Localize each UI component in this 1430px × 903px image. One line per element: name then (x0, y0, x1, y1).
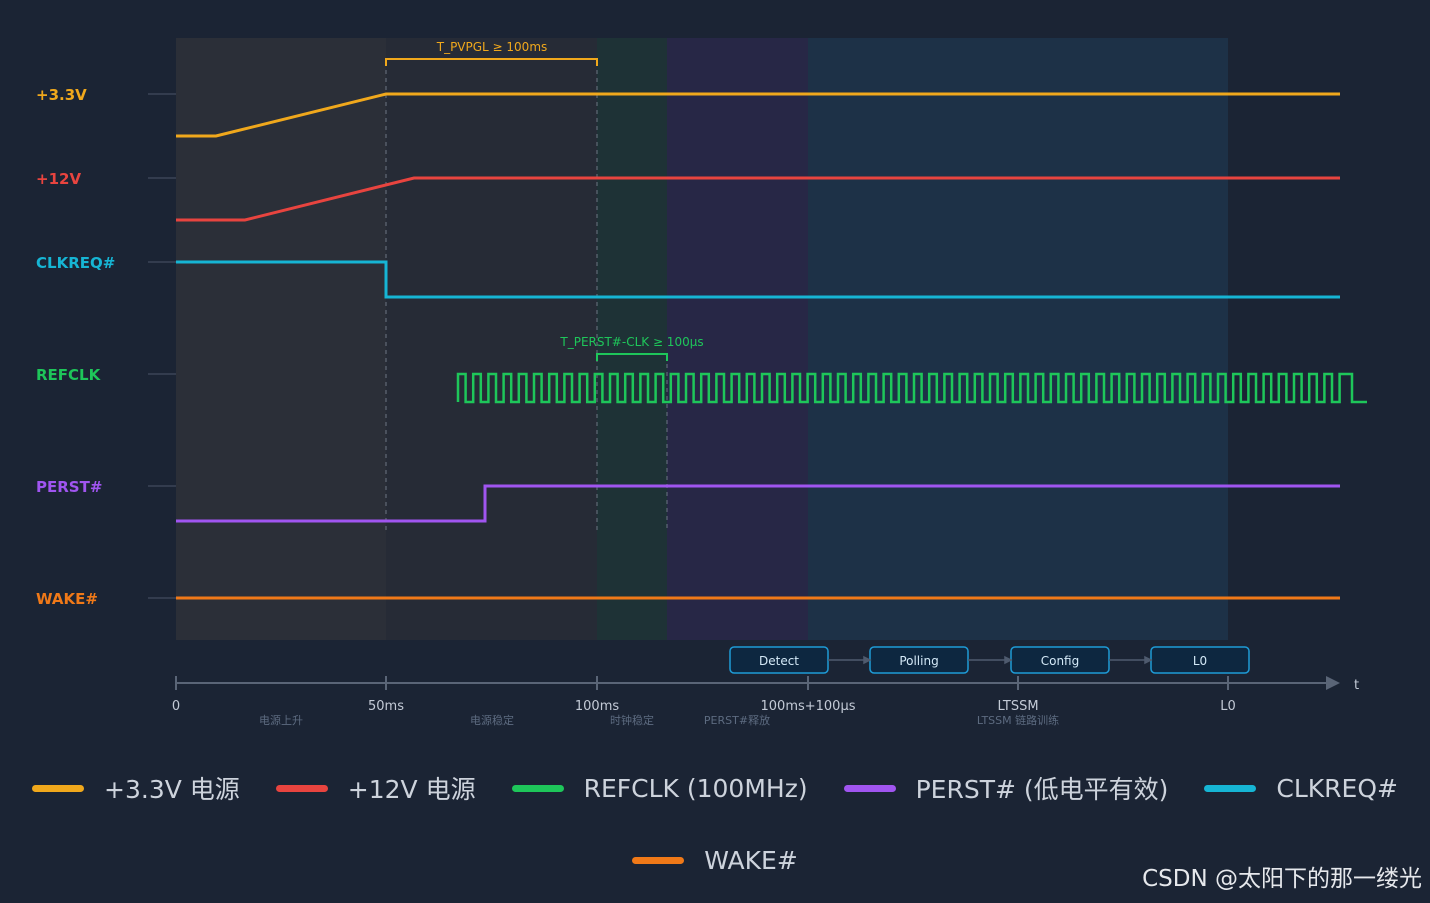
phase-region-power-ramp (176, 38, 386, 640)
signal-tick-stubs (148, 93, 176, 599)
timing-diagram: +3.3V +12V CLKREQ# REFCLK PERST# WAKE# T… (0, 0, 1430, 903)
phase-label-power-stable: 电源稳定 (470, 713, 514, 727)
phase-label-clock-stable: 时钟稳定 (610, 713, 654, 727)
state-arrowhead-1 (863, 655, 872, 665)
tick-label-0: 0 (172, 699, 180, 714)
legend-item: +3.3V 电源 (32, 770, 240, 806)
annotation-pvpgl: T_PVPGL ≥ 100ms (436, 40, 548, 54)
ltssm-state-config-label: Config (1041, 654, 1080, 668)
tick-label-l0: L0 (1220, 699, 1236, 714)
legend-label: +12V 电源 (347, 775, 476, 804)
time-axis-arrowhead (1326, 676, 1340, 690)
tick-label-100ms: 100ms (575, 699, 619, 714)
legend-label: CLKREQ# (1276, 773, 1398, 803)
ltssm-state-flow: Detect Polling Config L0 (729, 646, 1250, 674)
state-arrowhead-3 (1144, 655, 1153, 665)
ltssm-state-l0-label: L0 (1193, 654, 1207, 668)
tick-label-100ms-100us: 100ms+100μs (761, 699, 856, 714)
legend-item: +12V 电源 (275, 770, 476, 806)
legend-label: REFCLK (100MHz) (583, 773, 808, 803)
timing-diagram-canvas: +3.3V +12V CLKREQ# REFCLK PERST# WAKE# T… (36, 38, 1367, 727)
legend-swatch (1204, 784, 1257, 792)
legend-label: WAKE# (704, 846, 798, 875)
signal-label-refclk: REFCLK (36, 366, 102, 384)
phase-label-perst-release: PERST#释放 (704, 713, 770, 727)
legend-swatch (275, 784, 328, 792)
time-axis-unit: t (1354, 678, 1359, 693)
legend-item: PERST# (低电平有效) (843, 770, 1169, 806)
ltssm-state-polling-label: Polling (899, 654, 938, 668)
legend-swatch (843, 784, 896, 792)
legend-label: +3.3V 电源 (104, 775, 240, 804)
legend-swatch (511, 784, 564, 792)
legend-item: WAKE# (632, 846, 798, 875)
signal-label-v12: +12V (36, 170, 81, 188)
watermark: CSDN @太阳下的那一缕光 (1142, 866, 1422, 892)
phase-label-ltssm: LTSSM 链路训练 (977, 713, 1059, 727)
legend-label: PERST# (低电平有效) (915, 775, 1169, 804)
phase-label-power-ramp: 电源上升 (259, 713, 303, 727)
phase-region-ltssm (808, 38, 1228, 640)
signal-label-v33: +3.3V (36, 86, 87, 104)
legend-item: REFCLK (100MHz) (511, 773, 808, 803)
tick-label-ltssm: LTSSM (997, 699, 1038, 714)
signal-label-wake: WAKE# (36, 590, 98, 608)
annotation-perst-clk: T_PERST#-CLK ≥ 100μs (559, 335, 703, 349)
legend-swatch (32, 784, 85, 792)
ltssm-state-detect-label: Detect (759, 654, 799, 668)
legend-swatch (632, 857, 685, 864)
signal-label-clkreq: CLKREQ# (36, 254, 115, 272)
legend-item: CLKREQ# (1204, 774, 1398, 803)
signal-label-perst: PERST# (36, 478, 102, 496)
state-arrowhead-2 (1004, 655, 1013, 665)
tick-label-50ms: 50ms (368, 699, 404, 714)
